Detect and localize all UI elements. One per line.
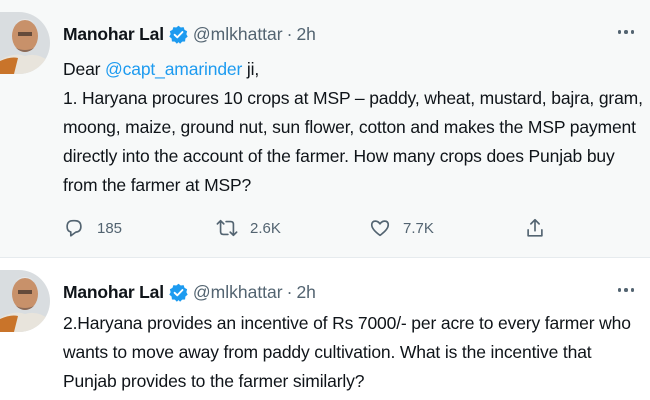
- retweet-count: 2.6K: [250, 219, 281, 237]
- text-suffix: ji,: [242, 59, 260, 79]
- like-button[interactable]: 7.7K: [369, 212, 434, 244]
- author-handle[interactable]: @mlkhattar: [193, 282, 283, 303]
- share-icon: [527, 218, 543, 237]
- author-name[interactable]: Manohar Lal: [63, 282, 164, 303]
- like-icon: [370, 220, 390, 237]
- text-line: 1. Haryana procures 10 crops at MSP – pa…: [63, 88, 643, 108]
- retweet-button[interactable]: 2.6K: [216, 212, 281, 244]
- text-line: moong, maize, ground nut, sun flower, co…: [63, 117, 636, 137]
- verified-badge-icon: [169, 25, 188, 44]
- text-line: Dear @capt_amarinder ji,: [63, 55, 648, 84]
- retweet-icon: [216, 219, 238, 237]
- tweet-header: Manohar Lal @mlkhattar · 2h: [63, 278, 316, 306]
- tweet-text: Dear @capt_amarinder ji, 1. Haryana proc…: [63, 55, 648, 200]
- avatar[interactable]: [0, 12, 50, 74]
- author-handle[interactable]: @mlkhattar: [193, 24, 283, 45]
- mention-link[interactable]: @capt_amarinder: [105, 59, 242, 79]
- like-count: 7.7K: [403, 219, 434, 237]
- text-line: 2.Haryana provides an incentive of Rs 70…: [63, 313, 631, 333]
- text-line: directly into the account of the farmer.…: [63, 146, 615, 166]
- tweet-actions: 185 2.6K 7.7K: [63, 212, 563, 244]
- more-options-icon[interactable]: [614, 24, 638, 40]
- text-line: wants to move away from paddy cultivatio…: [63, 342, 592, 362]
- verified-badge-icon: [169, 283, 188, 302]
- avatar[interactable]: [0, 270, 50, 332]
- more-options-icon[interactable]: [614, 282, 638, 298]
- tweet-2[interactable]: Manohar Lal @mlkhattar · 2h 2.Haryana pr…: [0, 258, 650, 400]
- separator-dot: ·: [286, 281, 293, 302]
- text-prefix: Dear: [63, 59, 106, 79]
- separator-dot: ·: [286, 23, 293, 44]
- text-line: Punjab provides to the farmer similarly?: [63, 371, 365, 391]
- text-line: from the farmer at MSP?: [63, 175, 252, 195]
- author-name[interactable]: Manohar Lal: [63, 24, 164, 45]
- tweet-text: 2.Haryana provides an incentive of Rs 70…: [63, 309, 648, 396]
- reply-count: 185: [97, 219, 123, 237]
- tweet-1[interactable]: Manohar Lal @mlkhattar · 2h Dear @capt_a…: [0, 0, 650, 258]
- reply-button[interactable]: 185: [63, 212, 122, 244]
- share-button[interactable]: [524, 212, 546, 244]
- timestamp[interactable]: 2h: [296, 282, 315, 303]
- tweet-header: Manohar Lal @mlkhattar · 2h: [63, 20, 316, 48]
- timestamp[interactable]: 2h: [296, 24, 315, 45]
- reply-icon: [66, 219, 82, 237]
